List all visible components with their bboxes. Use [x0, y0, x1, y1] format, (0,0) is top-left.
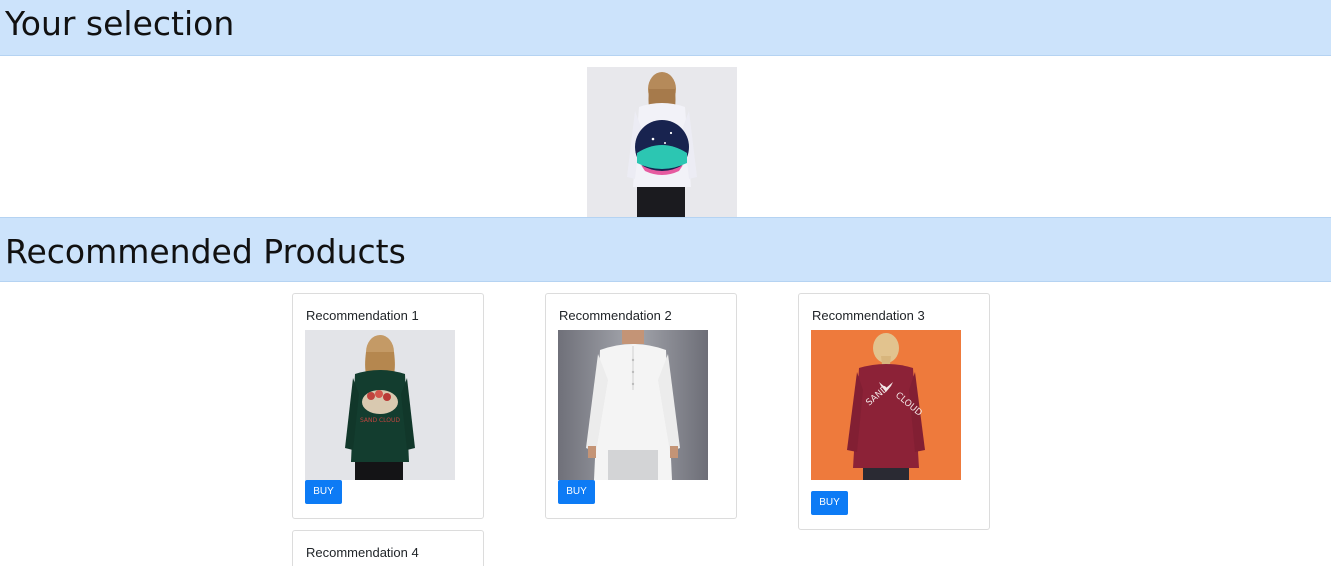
- recommendation-card-1: Recommendation 1 SAND CLOUD BUY: [292, 293, 484, 519]
- selected-product-image: [587, 67, 737, 217]
- buy-button-1[interactable]: BUY: [305, 480, 342, 504]
- recommendation-card-4: Recommendation 4: [292, 530, 484, 566]
- recommendation-card-3: Recommendation 3 SAND CLOUD BUY: [798, 293, 990, 530]
- buy-button-2[interactable]: BUY: [558, 480, 595, 504]
- recommended-heading: Recommended Products: [5, 232, 406, 271]
- card-title: Recommendation 2: [559, 308, 672, 323]
- recommendation-1-image: SAND CLOUD: [305, 330, 455, 480]
- selection-heading: Your selection: [5, 4, 235, 43]
- recommendation-2-image: [558, 330, 708, 480]
- card-title: Recommendation 4: [306, 545, 419, 560]
- card-title: Recommendation 3: [812, 308, 925, 323]
- card-title: Recommendation 1: [306, 308, 419, 323]
- recommendation-card-2: Recommendation 2 BUY: [545, 293, 737, 519]
- recommended-header: Recommended Products: [0, 217, 1331, 282]
- svg-text:SAND CLOUD: SAND CLOUD: [360, 417, 400, 424]
- recommendation-3-image: SAND CLOUD: [811, 330, 961, 480]
- selection-header: Your selection: [0, 0, 1331, 56]
- buy-button-3[interactable]: BUY: [811, 491, 848, 515]
